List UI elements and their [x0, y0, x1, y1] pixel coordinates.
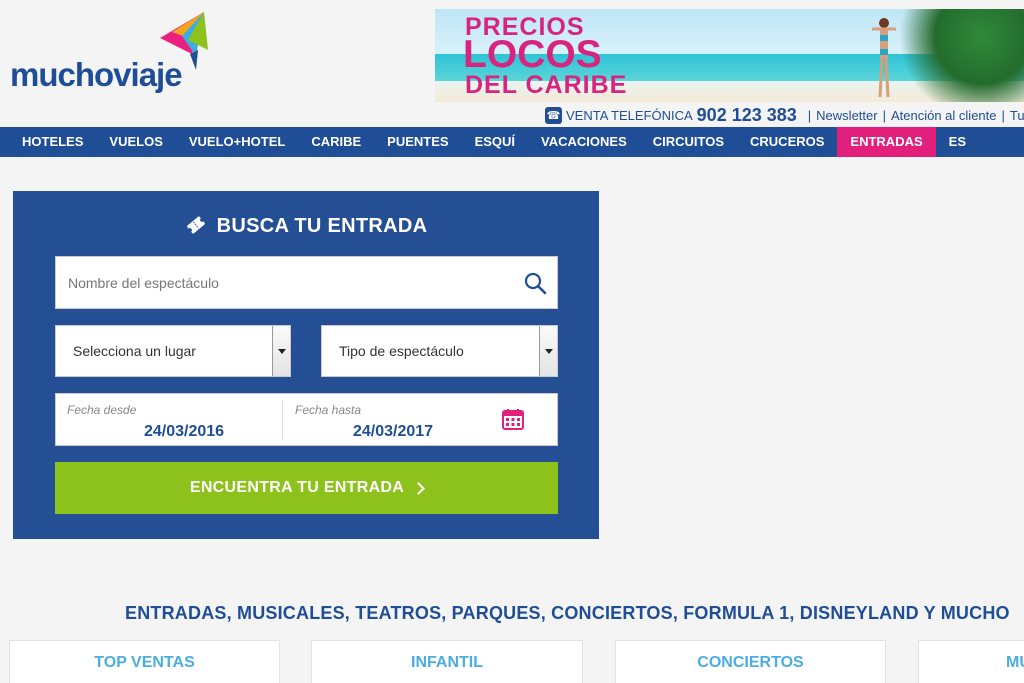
date-range-field: Fecha desde 24/03/2016 Fecha hasta 24/03… [55, 393, 558, 446]
date-to-field[interactable]: Fecha hasta 24/03/2017 [283, 400, 483, 440]
nav-item-esqui[interactable]: ESQUÍ [462, 127, 528, 157]
date-from-label: Fecha desde [67, 403, 137, 417]
card-title: MU [1006, 654, 1024, 671]
card-title: INFANTIL [411, 654, 483, 671]
find-ticket-label: ENCUENTRA TU ENTRADA [189, 479, 405, 496]
show-search-field [55, 256, 558, 309]
account-link[interactable]: Tus r [1010, 108, 1024, 123]
show-name-input[interactable] [56, 257, 516, 308]
search-panel-title: BUSCA TU ENTRADA [13, 215, 599, 238]
find-ticket-button[interactable]: ENCUENTRA TU ENTRADA [55, 462, 558, 514]
phone-sales-label: VENTA TELEFÓNICA [566, 107, 693, 123]
ticket-icon [186, 216, 205, 234]
date-to-value: 24/03/2017 [352, 423, 434, 440]
nav-item-vuelo-hotel[interactable]: VUELO+HOTEL [176, 127, 298, 157]
nav-item-caribe[interactable]: CARIBE [298, 127, 374, 157]
chevron-down-icon[interactable] [539, 326, 557, 376]
logo[interactable]: muchoviaje [10, 10, 210, 95]
contact-bar: ☎ VENTA TELEFÓNICA 902 123 383 | Newslet… [545, 104, 1024, 126]
nav-item-entradas[interactable]: ENTRADAS [837, 127, 936, 157]
separator: | [882, 107, 886, 123]
nav-item-cruceros[interactable]: CRUCEROS [737, 127, 837, 157]
calendar-icon[interactable] [502, 408, 524, 430]
show-type-select[interactable]: Tipo de espectáculo [321, 325, 558, 377]
chevron-down-icon[interactable] [272, 326, 290, 376]
card-title: TOP VENTAS [94, 654, 195, 671]
category-card-infantil[interactable]: INFANTIL [311, 640, 583, 683]
separator: | [807, 107, 812, 123]
date-to-label: Fecha hasta [295, 403, 362, 417]
nav-item-hoteles[interactable]: HOTELES [0, 127, 96, 157]
date-from-field[interactable]: Fecha desde 24/03/2016 [56, 400, 283, 440]
banner-person-image [872, 18, 896, 98]
phone-number[interactable]: 902 123 383 [697, 105, 797, 126]
logo-text: muchoviaje [10, 56, 183, 93]
newsletter-link[interactable]: Newsletter [816, 108, 877, 123]
customer-service-link[interactable]: Atención al cliente [891, 108, 997, 123]
banner-palms [884, 9, 1024, 102]
category-card-top-ventas[interactable]: TOP VENTAS [9, 640, 280, 683]
section-heading: ENTRADAS, MUSICALES, TEATROS, PARQUES, C… [125, 603, 1010, 623]
show-type-select-value: Tipo de espectáculo [339, 343, 464, 359]
chevron-right-icon [412, 481, 426, 495]
place-select[interactable]: Selecciona un lugar [55, 325, 291, 377]
phone-icon: ☎ [545, 106, 562, 124]
nav-item-vacaciones[interactable]: VACACIONES [528, 127, 640, 157]
category-card-truncated[interactable]: MU [918, 640, 1024, 683]
ticket-search-panel: BUSCA TU ENTRADA Selecciona un lugar Tip… [13, 191, 599, 539]
nav-item-circuitos[interactable]: CIRCUITOS [640, 127, 737, 157]
card-title: CONCIERTOS [697, 654, 804, 671]
place-select-value: Selecciona un lugar [73, 343, 196, 359]
date-from-value: 24/03/2016 [143, 423, 225, 440]
search-icon[interactable] [523, 271, 547, 295]
banner-line-3: DEL CARIBE [465, 71, 628, 99]
nav-item-es-truncated[interactable]: ES [936, 127, 979, 157]
search-title-text: BUSCA TU ENTRADA [216, 215, 428, 237]
category-card-conciertos[interactable]: CONCIERTOS [615, 640, 886, 683]
nav-item-vuelos[interactable]: VUELOS [96, 127, 175, 157]
promo-banner[interactable]: PRECIOS LOCOS DEL CARIBE [435, 9, 1024, 102]
nav-item-puentes[interactable]: PUENTES [374, 127, 461, 157]
main-nav: HOTELES VUELOS VUELO+HOTEL CARIBE PUENTE… [0, 127, 1024, 157]
separator: | [1001, 107, 1005, 123]
header: muchoviaje PRECIOS LOCOS DEL CARIBE ☎ VE… [0, 0, 1024, 127]
